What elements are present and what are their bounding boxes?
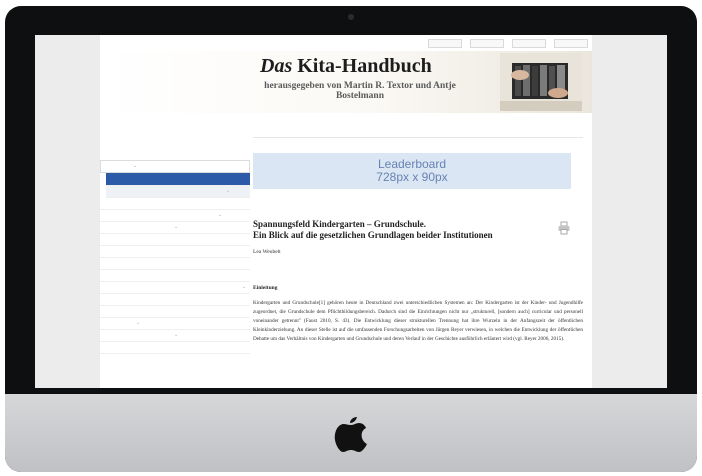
sidebar-item[interactable] [100, 234, 250, 246]
article-title-line-2: Ein Blick auf die gesetzlichen Grundlage… [253, 230, 493, 240]
leaderboard-ad[interactable]: Leaderboard 728px x 90px [253, 153, 571, 189]
article-title-line-1: Spannungsfeld Kindergarten – Grundschule… [253, 219, 427, 229]
sidebar-item[interactable]: ⌄ [100, 318, 250, 330]
top-links [428, 39, 588, 48]
sidebar-item[interactable] [100, 198, 250, 210]
sidebar-item[interactable]: ⌄ [100, 282, 250, 294]
top-link-4[interactable] [554, 39, 588, 48]
chevron-down-icon[interactable]: ⌄ [174, 222, 178, 233]
monitor: Das Kita-Handbuch herausgegeben von Mart… [5, 6, 697, 472]
chevron-down-icon[interactable]: ⌄ [242, 282, 246, 293]
nav-divider [253, 137, 583, 138]
sidebar-item[interactable] [100, 306, 250, 318]
sidebar-item-selected[interactable] [106, 173, 250, 186]
chevron-down-icon[interactable]: ⌄ [136, 318, 140, 329]
web-page: Das Kita-Handbuch herausgegeben von Mart… [100, 35, 592, 388]
camera-dot [348, 14, 354, 20]
header-books-image [500, 53, 582, 111]
sidebar: ⌄ ⌄ ⌄ ⌄ ⌄ ⌄ ⌄ [100, 153, 250, 354]
section-heading: Einleitung [253, 285, 278, 291]
main-content: Leaderboard 728px x 90px Spannungsfeld K… [253, 147, 583, 349]
leaderboard-line-2: 728px x 90px [376, 170, 448, 184]
article-title: Spannungsfeld Kindergarten – Grundschule… [253, 219, 553, 241]
sidebar-item[interactable] [100, 258, 250, 270]
sidebar-item[interactable] [100, 246, 250, 258]
site-title-main: Kita-Handbuch [297, 55, 432, 77]
article-header: Spannungsfeld Kindergarten – Grundschule… [253, 219, 583, 241]
chevron-down-icon[interactable]: ⌄ [226, 186, 230, 197]
monitor-chin [5, 394, 697, 472]
chevron-down-icon[interactable]: ⌄ [218, 210, 222, 221]
sidebar-item[interactable] [100, 270, 250, 282]
sidebar-item[interactable]: ⌄ [100, 222, 250, 234]
article-body: Kindergarten und Grundschule[1] gehören … [253, 300, 583, 342]
sidebar-item[interactable]: ⌄ [100, 160, 250, 173]
sidebar-item[interactable]: ⌄ [100, 330, 250, 342]
print-icon[interactable] [557, 221, 571, 235]
apple-logo [334, 417, 367, 452]
site-title-prefix: Das [260, 55, 293, 77]
sidebar-item-sub[interactable]: ⌄ [106, 186, 250, 198]
article-author: Lea Weubelt [253, 249, 281, 255]
site-subtitle: herausgegeben von Martin R. Textor und A… [264, 81, 456, 101]
breadcrumb[interactable] [253, 199, 583, 207]
top-link-3[interactable] [512, 39, 546, 48]
site-header: Das Kita-Handbuch herausgegeben von Mart… [100, 51, 592, 113]
chevron-down-icon[interactable]: ⌄ [133, 161, 137, 172]
sidebar-item[interactable] [100, 342, 250, 354]
top-link-1[interactable] [428, 39, 462, 48]
top-link-2[interactable] [470, 39, 504, 48]
sidebar-item[interactable]: ⌄ [100, 210, 250, 222]
chevron-down-icon[interactable]: ⌄ [174, 330, 178, 341]
browser-screen: Das Kita-Handbuch herausgegeben von Mart… [35, 35, 667, 388]
sidebar-item[interactable] [100, 294, 250, 306]
site-title[interactable]: Das Kita-Handbuch [260, 55, 432, 78]
